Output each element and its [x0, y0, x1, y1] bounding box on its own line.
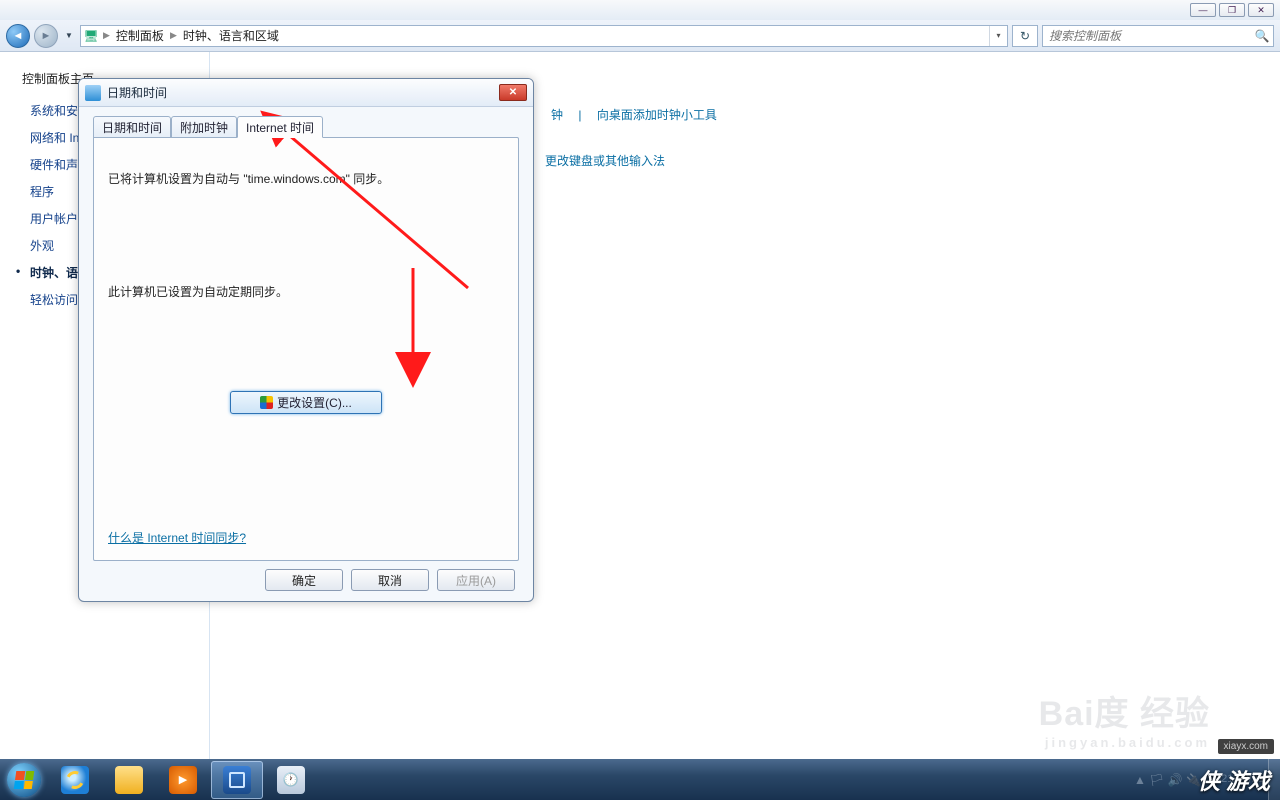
nav-forward-button[interactable]: ► [34, 24, 58, 48]
nav-history-dropdown[interactable]: ▼ [62, 24, 76, 48]
cancel-button[interactable]: 取消 [351, 569, 429, 591]
window-titlebar: — ❐ ✕ [0, 0, 1280, 20]
window-close-button[interactable]: ✕ [1248, 3, 1274, 17]
ie-icon [61, 766, 89, 794]
change-settings-button[interactable]: 更改设置(C)... [230, 391, 382, 414]
main-link-row1: 钟 | 向桌面添加时钟小工具 [545, 106, 723, 123]
taskbar: ▲ 🏳 🔊 🔌 2021/12/21 xiayx.com 侠 游戏 [0, 759, 1280, 800]
breadcrumb-sep: ▶ [101, 30, 112, 41]
link-sep: | [572, 108, 587, 122]
apply-button[interactable]: 应用(A) [437, 569, 515, 591]
breadcrumb-sep: ▶ [168, 30, 179, 41]
dialog-tabs: 日期和时间 附加时钟 Internet 时间 [93, 116, 519, 138]
ok-button[interactable]: 确定 [265, 569, 343, 591]
windows-logo-icon [14, 771, 35, 789]
clock-icon [85, 85, 101, 101]
dialog-titlebar[interactable]: 日期和时间 ✕ [79, 79, 533, 107]
taskbar-date-time[interactable] [265, 761, 317, 799]
tab-additional-clocks[interactable]: 附加时钟 [171, 116, 237, 138]
xiayx-watermark: xiayx.com [1218, 739, 1274, 754]
tab-date-time[interactable]: 日期和时间 [93, 116, 171, 138]
address-bar[interactable]: 🖥 ▶ 控制面板 ▶ 时钟、语言和区域 ▾ [80, 25, 1008, 47]
uac-shield-icon [260, 396, 273, 409]
link-add-clock-widget[interactable]: 向桌面添加时钟小工具 [591, 108, 723, 122]
taskbar-control-panel[interactable] [211, 761, 263, 799]
date-time-dialog: 日期和时间 ✕ 日期和时间 附加时钟 Internet 时间 已将计算机设置为自… [78, 78, 534, 602]
start-button[interactable] [0, 759, 48, 800]
search-box[interactable]: 🔍 [1042, 25, 1274, 47]
search-icon[interactable]: 🔍 [1251, 29, 1273, 43]
folder-icon [115, 766, 143, 794]
control-panel-task-icon [223, 766, 251, 794]
breadcrumb-clock-lang-region[interactable]: 时钟、语言和区域 [179, 27, 283, 44]
tab-pane-internet-time: 已将计算机设置为自动与 "time.windows.com" 同步。 此计算机已… [93, 137, 519, 561]
address-dropdown[interactable]: ▾ [989, 26, 1007, 46]
dialog-close-button[interactable]: ✕ [499, 84, 527, 101]
tab-internet-time[interactable]: Internet 时间 [237, 116, 323, 138]
taskbar-ie[interactable] [49, 761, 101, 799]
game-watermark: 侠 游戏 [1198, 764, 1270, 796]
taskbar-explorer[interactable] [103, 761, 155, 799]
link-change-ime[interactable]: 更改键盘或其他输入法 [545, 152, 665, 169]
taskbar-media-player[interactable] [157, 761, 209, 799]
control-panel-icon: 🖥 [81, 26, 101, 46]
breadcrumb-control-panel[interactable]: 控制面板 [112, 27, 168, 44]
dialog-title: 日期和时间 [107, 84, 499, 101]
tray-icons[interactable]: ▲ 🏳 🔊 🔌 [1134, 773, 1201, 787]
search-input[interactable] [1043, 29, 1251, 43]
refresh-button[interactable]: ↻ [1012, 25, 1038, 47]
media-player-icon [169, 766, 197, 794]
date-time-task-icon [277, 766, 305, 794]
link-partial-clock[interactable]: 钟 [545, 108, 569, 122]
window-minimize-button[interactable]: — [1190, 3, 1216, 17]
explorer-navbar: ◄ ► ▼ 🖥 ▶ 控制面板 ▶ 时钟、语言和区域 ▾ ↻ 🔍 [0, 20, 1280, 52]
window-maximize-button[interactable]: ❐ [1219, 3, 1245, 17]
nav-back-button[interactable]: ◄ [6, 24, 30, 48]
dialog-button-row: 确定 取消 应用(A) [93, 561, 519, 591]
auto-sync-text: 此计算机已设置为自动定期同步。 [108, 283, 504, 300]
change-settings-label: 更改设置(C)... [277, 394, 352, 411]
help-link-internet-time[interactable]: 什么是 Internet 时间同步? [108, 529, 246, 546]
sync-status-text: 已将计算机设置为自动与 "time.windows.com" 同步。 [108, 170, 504, 187]
